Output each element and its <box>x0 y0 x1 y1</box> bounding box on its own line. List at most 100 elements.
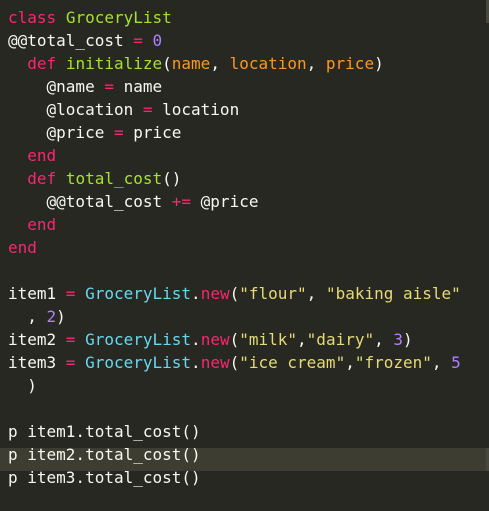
code-token: . <box>191 284 201 303</box>
code-token: "milk" <box>239 330 298 349</box>
code-line-15[interactable]: item2 = GroceryList.new("milk","dairy", … <box>8 328 413 351</box>
code-token: . <box>191 330 201 349</box>
code-token: , <box>431 353 452 372</box>
code-line-21[interactable]: p item3.total_cost() <box>8 466 201 489</box>
code-line-4[interactable]: @name = name <box>8 75 163 98</box>
code-token: end <box>27 146 57 165</box>
code-token: GroceryList <box>85 284 192 303</box>
code-token: ( <box>162 54 172 73</box>
code-line-3[interactable]: def initialize(name, location, price) <box>8 52 384 75</box>
code-token: ( <box>229 353 240 372</box>
code-token: += <box>171 192 192 211</box>
code-line-17[interactable]: ) <box>8 374 37 397</box>
code-line-7[interactable]: end <box>8 144 56 167</box>
code-token: GroceryList <box>85 330 192 349</box>
code-token: 5 <box>451 353 461 372</box>
code-token: 0 <box>152 31 163 50</box>
code-token: end <box>8 238 37 257</box>
code-line-14[interactable]: , 2) <box>8 305 66 328</box>
code-token: ) <box>403 330 413 349</box>
code-token: GroceryList <box>85 353 192 372</box>
code-line-13[interactable]: item1 = GroceryList.new("flour", "baking… <box>8 282 461 305</box>
code-line-20[interactable]: p item2.total_cost() <box>8 443 201 466</box>
code-token: @@total_cost <box>8 31 124 50</box>
code-line-6[interactable]: @price = price <box>8 121 182 144</box>
code-token: = <box>65 330 76 349</box>
code-token: def <box>27 169 57 188</box>
code-token: p item1.total_cost() <box>8 422 201 441</box>
code-token: location <box>152 100 240 119</box>
code-line-8[interactable]: def total_cost() <box>8 167 181 190</box>
code-token: , <box>306 54 326 73</box>
code-token: = <box>65 353 76 372</box>
code-token: class <box>8 8 57 27</box>
code-token: , <box>297 330 307 349</box>
code-token: @price <box>191 192 259 211</box>
code-token: p item2.total_cost() <box>8 445 201 464</box>
code-line-11[interactable]: end <box>8 236 37 259</box>
code-token: name <box>171 54 211 73</box>
code-line-1[interactable]: class GroceryList <box>8 6 172 29</box>
code-line-2[interactable]: @@total_cost = 0 <box>8 29 162 52</box>
code-token: 2 <box>46 307 57 326</box>
code-token: total_cost <box>65 169 163 188</box>
code-token: "frozen" <box>354 353 432 372</box>
code-token: def <box>27 54 57 73</box>
code-token: @name <box>8 77 105 96</box>
code-line-10[interactable]: end <box>8 213 56 236</box>
code-token: ( <box>229 330 240 349</box>
code-line-16[interactable]: item3 = GroceryList.new("ice cream","fro… <box>8 351 461 374</box>
code-token: item3 <box>8 353 66 372</box>
code-token: "dairy" <box>306 330 375 349</box>
code-line-19[interactable]: p item1.total_cost() <box>8 420 201 443</box>
code-token: = <box>113 123 124 142</box>
code-token: "ice cream" <box>239 353 346 372</box>
code-token: item2 <box>8 330 66 349</box>
code-token: price <box>123 123 182 142</box>
code-line-5[interactable]: @location = location <box>8 98 240 121</box>
code-token: ) <box>374 54 384 73</box>
code-token: @@total_cost <box>8 192 172 211</box>
code-token: GroceryList <box>65 8 172 27</box>
code-token: @price <box>8 123 114 142</box>
code-token: new <box>200 330 230 349</box>
code-token: = <box>133 31 143 50</box>
code-token: ( <box>229 284 240 303</box>
code-token: () <box>162 169 182 188</box>
code-token: . <box>191 353 201 372</box>
code-token: , <box>8 307 47 326</box>
code-token: @location <box>8 100 143 119</box>
code-token: end <box>27 215 57 234</box>
code-token: item1 <box>8 284 66 303</box>
code-token: , <box>345 353 355 372</box>
code-token: price <box>325 54 375 73</box>
code-token: , <box>210 54 230 73</box>
code-token: location <box>229 54 307 73</box>
code-token: = <box>142 100 153 119</box>
code-token: 3 <box>393 330 404 349</box>
code-token: = <box>65 284 76 303</box>
code-token: , <box>306 284 326 303</box>
code-editor[interactable]: class GroceryList @@total_cost = 0 def in… <box>0 0 489 511</box>
code-token: name <box>113 77 163 96</box>
code-line-9[interactable]: @@total_cost += @price <box>8 190 259 213</box>
code-token: initialize <box>65 54 163 73</box>
code-token: "flour" <box>239 284 307 303</box>
code-token: p item3.total_cost() <box>8 468 201 487</box>
code-token: new <box>200 284 230 303</box>
code-token: ) <box>56 307 66 326</box>
code-token: "baking aisle" <box>325 284 461 303</box>
code-token: , <box>374 330 394 349</box>
